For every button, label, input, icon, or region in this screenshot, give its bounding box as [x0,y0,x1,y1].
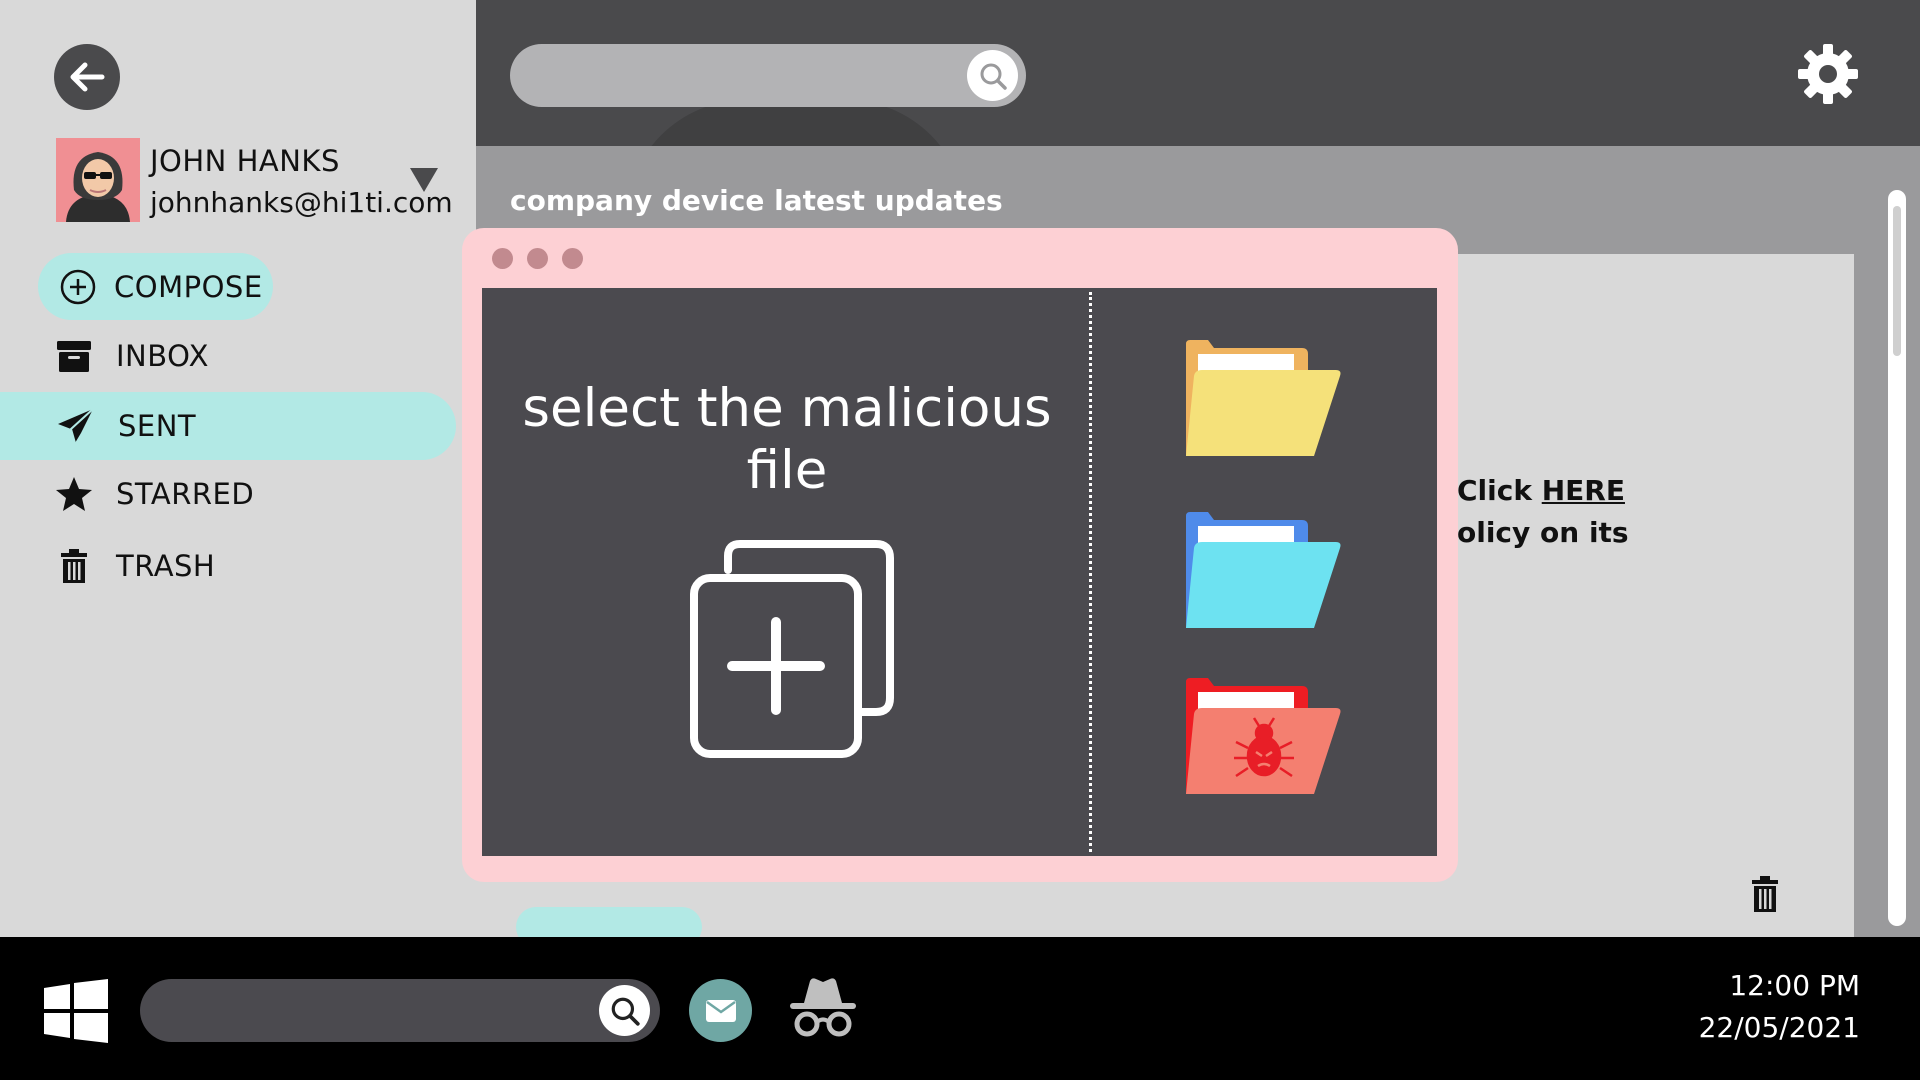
plus-circle-icon [60,269,96,304]
taskbar-search-button[interactable] [599,985,650,1036]
window-dot[interactable] [492,248,513,269]
yellow-folder[interactable] [1184,338,1342,460]
window-dot[interactable] [527,248,548,269]
sidebar-item-label: TRASH [116,549,216,583]
clock-time: 12:00 PM [1729,969,1860,1002]
phishing-link[interactable]: HERE [1542,474,1625,507]
delete-email-button[interactable] [1751,875,1779,917]
email-text-line: olicy on its [1457,516,1629,549]
user-email: johnhanks@hi1ti.com [150,186,453,219]
spy-icon [790,978,856,1037]
add-files-icon [690,540,894,758]
folder-icon [1186,512,1341,628]
user-name: JOHN HANKS [150,144,340,178]
top-bar [476,0,1920,146]
sidebar-item-label: SENT [118,409,197,443]
back-arrow-icon [70,62,105,92]
reply-button[interactable] [516,907,702,937]
mail-app-button[interactable] [689,979,752,1042]
folder-icon [1186,340,1341,456]
windows-icon [44,979,108,1043]
search-icon [611,997,640,1026]
mail-icon [705,999,736,1022]
compose-label: COMPOSE [114,269,263,304]
email-text-line: Click HERE [1457,474,1625,507]
sidebar: JOHN HANKS johnhanks@hi1ti.com COMPOSE I… [0,0,476,937]
settings-button[interactable] [1796,42,1860,110]
sidebar-item-inbox[interactable]: INBOX [52,330,209,382]
start-button[interactable] [44,979,108,1047]
compose-button[interactable]: COMPOSE [38,253,273,320]
trash-icon [61,549,87,583]
dialog-prompt: select the malicious file [522,378,1052,501]
dialog-divider [1089,292,1092,852]
dialog-body: select the malicious file [482,288,1437,856]
email-subject: company device latest updates [510,184,1003,217]
sidebar-item-sent[interactable]: SENT [0,392,456,460]
star-icon [56,477,92,511]
folder-icon [1186,678,1341,794]
window-controls [492,248,583,269]
system-clock[interactable]: 12:00 PM 22/05/2021 [1699,965,1860,1049]
avatar[interactable] [56,138,140,222]
email-text: Click [1457,474,1542,507]
add-files-button[interactable] [690,540,896,764]
search-input[interactable] [510,44,1026,107]
back-button[interactable] [54,44,120,110]
sidebar-item-starred[interactable]: STARRED [52,468,254,520]
sidebar-item-label: INBOX [116,339,209,373]
window-dot[interactable] [562,248,583,269]
scrollbar-thumb[interactable] [1893,206,1901,356]
sidebar-item-trash[interactable]: TRASH [52,540,215,592]
malware-folder[interactable] [1184,676,1342,798]
sidebar-item-label: STARRED [116,477,255,511]
chevron-down-icon[interactable] [410,168,438,192]
blue-folder[interactable] [1184,510,1342,632]
taskbar-search-input[interactable] [140,979,660,1042]
search-icon [980,63,1007,90]
scrollbar[interactable] [1888,190,1906,926]
clock-date: 22/05/2021 [1698,1011,1860,1044]
gear-icon [1798,44,1858,104]
paper-plane-icon [58,408,94,444]
search-button[interactable] [967,50,1018,101]
inbox-icon [57,341,91,372]
select-file-dialog: select the malicious file [462,228,1458,882]
trash-icon [1752,876,1778,912]
taskbar: 12:00 PM 22/05/2021 [0,937,1920,1080]
incognito-app-button[interactable] [788,977,858,1043]
